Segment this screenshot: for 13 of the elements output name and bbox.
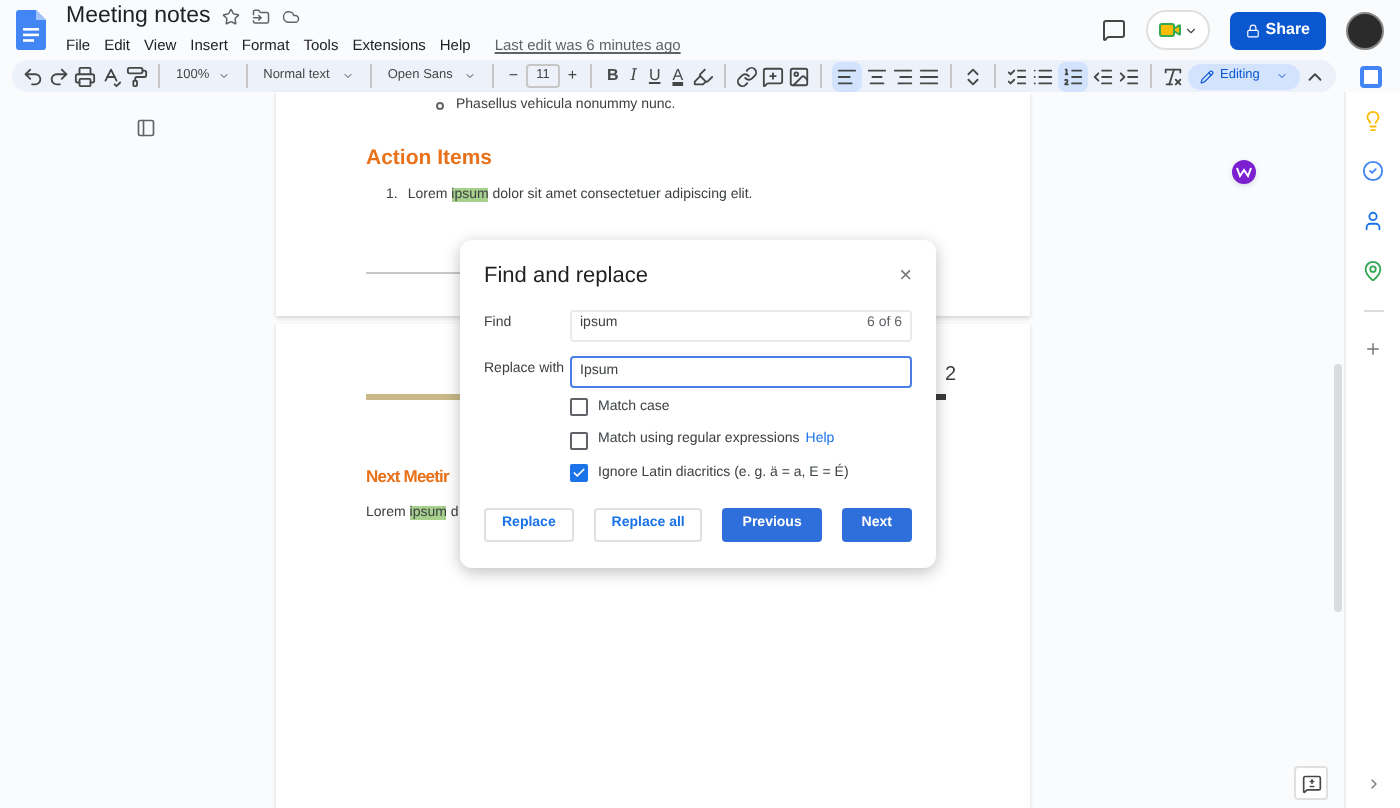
increase-size-button[interactable]: + [563, 64, 581, 88]
close-button[interactable]: × [899, 265, 912, 288]
format-button[interactable]: U [644, 64, 665, 88]
dialog-title: Find and replace [484, 262, 648, 292]
section-heading: Next Meetir [366, 464, 449, 490]
page-text: 2 [944, 362, 956, 390]
decrease-size-button[interactable]: − [504, 64, 523, 88]
document-title[interactable]: Meeting notes [66, 2, 211, 31]
format-button[interactable]: I [626, 64, 641, 88]
format-button[interactable]: B [602, 64, 623, 88]
share-button[interactable]: Share [1229, 11, 1326, 49]
section-heading: Action Items [366, 143, 493, 173]
format-button[interactable]: A [668, 64, 688, 88]
